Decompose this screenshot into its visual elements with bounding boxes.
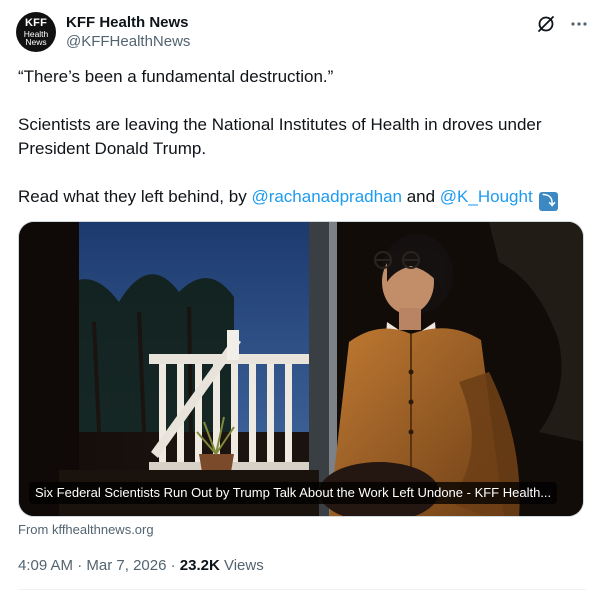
tweet-header: KFF Health News KFF Health News @KFFHeal… — [16, 10, 588, 54]
more-options-icon[interactable] — [570, 15, 588, 33]
arrow-down-emoji-icon: ⤵ — [539, 191, 559, 211]
avatar-logo-text-3: News — [25, 37, 47, 47]
mention-k-hought[interactable]: @K_Hought — [440, 187, 533, 206]
post-time[interactable]: 4:09 AM — [18, 557, 73, 574]
tweet-meta: 4:09 AM · Mar 7, 2026 · 23.2K Views — [18, 556, 264, 576]
byline-conjunction: and — [401, 187, 440, 206]
divider — [18, 589, 586, 590]
author-names: KFF Health News @KFFHealthNews — [66, 13, 190, 52]
tweet-byline: Read what they left behind, by @rachanad… — [18, 185, 578, 211]
views-count: 23.2K — [179, 557, 220, 574]
article-photo — [19, 222, 583, 516]
avatar[interactable]: KFF Health News — [16, 12, 56, 52]
tweet-text: “There’s been a fundamental destruction.… — [18, 65, 578, 211]
mention-rachanadpradhan[interactable]: @rachanadpradhan — [251, 187, 402, 206]
link-card[interactable]: Six Federal Scientists Run Out by Trump … — [18, 221, 584, 517]
byline-prefix: Read what they left behind, by — [18, 187, 252, 206]
meta-separator-2: · — [166, 557, 180, 574]
header-actions — [536, 14, 588, 34]
author-display-name[interactable]: KFF Health News — [66, 13, 190, 32]
tweet: KFF Health News KFF Health News @KFFHeal… — [0, 0, 604, 594]
link-card-title: Six Federal Scientists Run Out by Trump … — [29, 482, 558, 504]
meta-separator: · — [73, 557, 87, 574]
avatar-logo-text-1: KFF — [25, 16, 47, 29]
grok-icon[interactable] — [536, 14, 556, 34]
tweet-paragraph: Scientists are leaving the National Inst… — [18, 115, 542, 158]
tweet-quote: “There’s been a fundamental destruction.… — [18, 67, 334, 86]
views-label: Views — [223, 557, 264, 574]
post-date[interactable]: Mar 7, 2026 — [86, 557, 166, 574]
author-handle[interactable]: @KFFHealthNews — [66, 32, 190, 52]
link-source[interactable]: From kffhealthnews.org — [18, 522, 154, 538]
